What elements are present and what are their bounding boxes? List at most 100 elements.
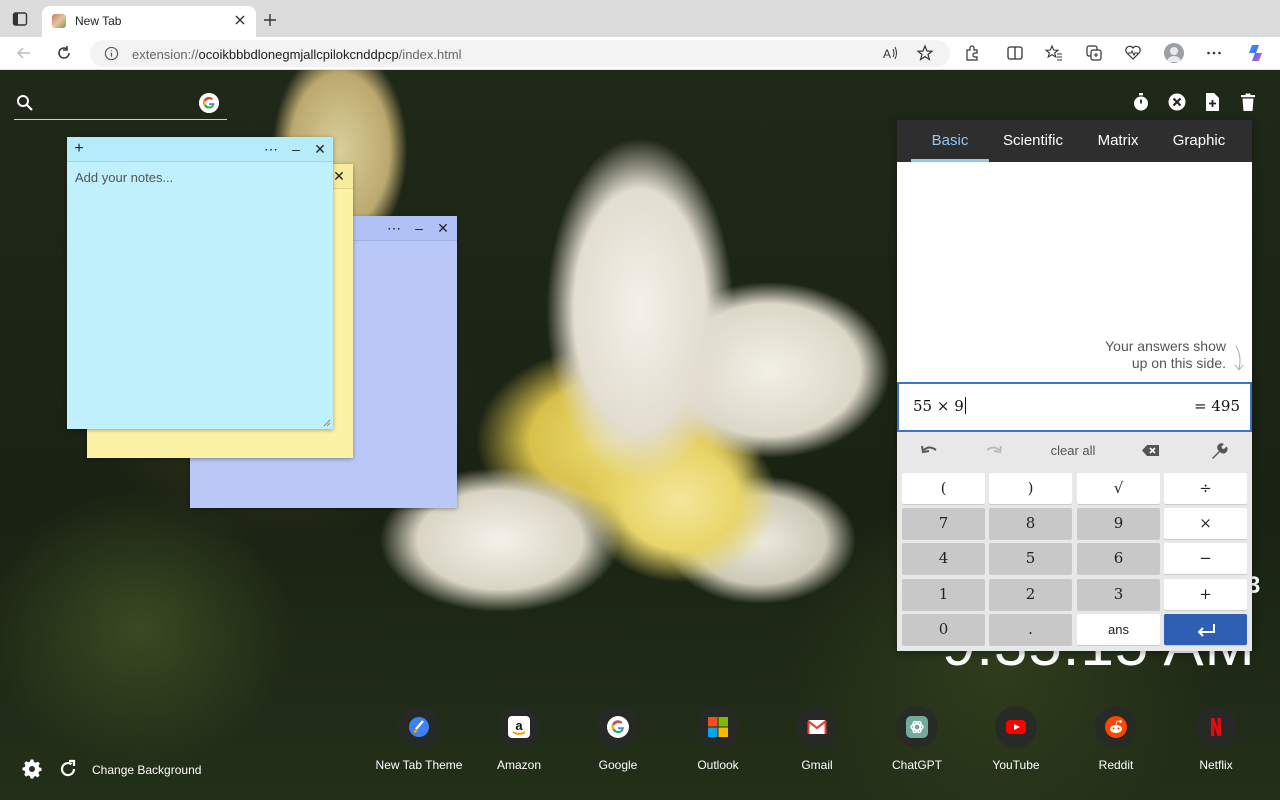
trash-icon[interactable]: [1238, 92, 1258, 112]
note-purple-more-icon[interactable]: ⋯: [387, 220, 401, 236]
shortcut-label: Reddit: [1098, 758, 1134, 772]
address-bar[interactable]: extension://ocoikbbbdlonegmjallcpilokcnd…: [90, 40, 950, 67]
timer-icon[interactable]: [1131, 92, 1151, 112]
search-input[interactable]: [40, 88, 190, 116]
refresh-background-icon[interactable]: [58, 759, 78, 779]
note-placeholder-text[interactable]: Add your notes...: [75, 170, 173, 185]
key-1[interactable]: 1: [902, 579, 985, 610]
shortcut-chatgpt[interactable]: ChatGPT: [872, 706, 962, 776]
key-enter[interactable]: [1164, 614, 1247, 645]
profile-avatar[interactable]: [1164, 43, 1184, 63]
back-icon[interactable]: [15, 44, 33, 62]
key-minus[interactable]: −: [1164, 543, 1247, 574]
shortcut-amazon[interactable]: a Amazon: [474, 706, 564, 776]
favorites-icon[interactable]: [1045, 44, 1063, 62]
undo-icon[interactable]: [919, 440, 939, 462]
amazon-icon: a: [508, 716, 530, 738]
key-close-paren[interactable]: ): [989, 473, 1072, 504]
key-2[interactable]: 2: [989, 579, 1072, 610]
shortcut-gmail[interactable]: Gmail: [772, 706, 862, 776]
key-7[interactable]: 7: [902, 508, 985, 539]
settings-wrench-icon[interactable]: [1208, 440, 1228, 462]
reload-icon[interactable]: [55, 44, 73, 62]
clear-all-button[interactable]: clear all: [1037, 440, 1109, 462]
shortcut-new-tab-theme[interactable]: New Tab Theme: [374, 706, 464, 776]
shortcut-icon-circle: [995, 706, 1037, 748]
close-all-icon[interactable]: [1167, 92, 1187, 112]
sticky-note-cyan[interactable]: + ⋯ – ✕ Add your notes...: [67, 137, 333, 429]
tab-basic[interactable]: Basic: [911, 120, 989, 162]
key-4[interactable]: 4: [902, 543, 985, 574]
favorite-star-icon[interactable]: [916, 44, 934, 62]
key-ans[interactable]: ans: [1077, 614, 1160, 645]
calculator-hint: Your answers show up on this side.: [1105, 338, 1226, 372]
split-screen-icon[interactable]: [1006, 44, 1024, 62]
redo-icon[interactable]: [984, 440, 1004, 462]
expression-input[interactable]: 55 × 9 = 495: [897, 382, 1252, 432]
change-background-link[interactable]: Change Background: [92, 763, 201, 777]
key-8[interactable]: 8: [989, 508, 1072, 539]
expression-result: = 495: [1194, 397, 1240, 415]
tab-matrix[interactable]: Matrix: [1083, 120, 1153, 162]
note-cyan-minimize-icon[interactable]: –: [289, 141, 303, 157]
shortcut-icon-circle: [1095, 706, 1137, 748]
note-cyan-body[interactable]: Add your notes...: [67, 162, 333, 429]
youtube-icon: [1006, 720, 1026, 734]
shortcut-icon-circle: a: [498, 706, 540, 748]
tab-graphic[interactable]: Graphic: [1161, 120, 1237, 162]
resize-handle-icon[interactable]: [323, 419, 331, 427]
add-note-icon[interactable]: [1202, 92, 1222, 112]
more-menu-icon[interactable]: [1205, 44, 1223, 62]
browser-tab-new-tab[interactable]: New Tab: [42, 6, 256, 37]
key-6[interactable]: 6: [1077, 543, 1160, 574]
read-aloud-icon[interactable]: A: [882, 44, 900, 62]
shortcut-reddit[interactable]: Reddit: [1071, 706, 1161, 776]
note-purple-minimize-icon[interactable]: –: [412, 220, 426, 236]
new-tab-page: ⋯ – ✕ ✕ + ⋯ – ✕ Add your notes... 3 9:35…: [0, 70, 1280, 800]
shortcut-label: Netflix: [1199, 758, 1233, 772]
tab-scientific[interactable]: Scientific: [993, 120, 1073, 162]
site-info-icon[interactable]: [104, 46, 119, 61]
note-cyan-more-icon[interactable]: ⋯: [264, 141, 278, 157]
note-purple-close-icon[interactable]: ✕: [436, 220, 450, 236]
new-tab-icon[interactable]: [262, 12, 278, 28]
shortcut-youtube[interactable]: YouTube: [971, 706, 1061, 776]
shortcut-outlook[interactable]: Outlook: [673, 706, 763, 776]
key-5[interactable]: 5: [989, 543, 1072, 574]
collections-icon[interactable]: [1085, 44, 1103, 62]
backspace-icon[interactable]: [1141, 440, 1161, 462]
gmail-icon: [807, 720, 827, 734]
note-cyan-add-icon[interactable]: +: [72, 141, 86, 157]
google-search-engine-icon[interactable]: [199, 93, 219, 113]
key-9[interactable]: 9: [1077, 508, 1160, 539]
copilot-icon[interactable]: [1245, 42, 1267, 64]
shortcut-google[interactable]: Google: [573, 706, 663, 776]
extensions-icon[interactable]: [963, 44, 981, 62]
expression-text[interactable]: 55 × 9: [913, 397, 966, 415]
netflix-icon: [1211, 718, 1221, 736]
sidebar-toggle-icon[interactable]: [12, 11, 28, 27]
search-underline: [14, 119, 227, 120]
key-3[interactable]: 3: [1077, 579, 1160, 610]
search-icon: [17, 95, 33, 111]
shortcut-icon-circle: [697, 706, 739, 748]
paintbrush-icon: [409, 717, 429, 737]
key-sqrt[interactable]: √: [1077, 473, 1160, 504]
calculator-widget: Basic Scientific Matrix Graphic Your ans…: [897, 120, 1252, 651]
key-multiply[interactable]: ×: [1164, 508, 1247, 539]
key-decimal[interactable]: .: [989, 614, 1072, 645]
browser-essentials-icon[interactable]: [1124, 44, 1142, 62]
profile-icon: [1167, 47, 1181, 62]
settings-gear-icon[interactable]: [22, 759, 42, 779]
note-yellow-close-icon[interactable]: ✕: [332, 168, 346, 184]
key-open-paren[interactable]: (: [902, 473, 985, 504]
shortcut-netflix[interactable]: Netflix: [1171, 706, 1261, 776]
key-divide[interactable]: ÷: [1164, 473, 1247, 504]
key-0[interactable]: 0: [902, 614, 985, 645]
enter-icon: [1197, 624, 1215, 637]
key-plus[interactable]: +: [1164, 579, 1247, 610]
note-cyan-close-icon[interactable]: ✕: [313, 141, 327, 157]
close-tab-icon[interactable]: [232, 12, 248, 28]
hint-line-2: up on this side.: [1131, 355, 1226, 371]
hint-line-1: Your answers show: [1105, 338, 1226, 354]
